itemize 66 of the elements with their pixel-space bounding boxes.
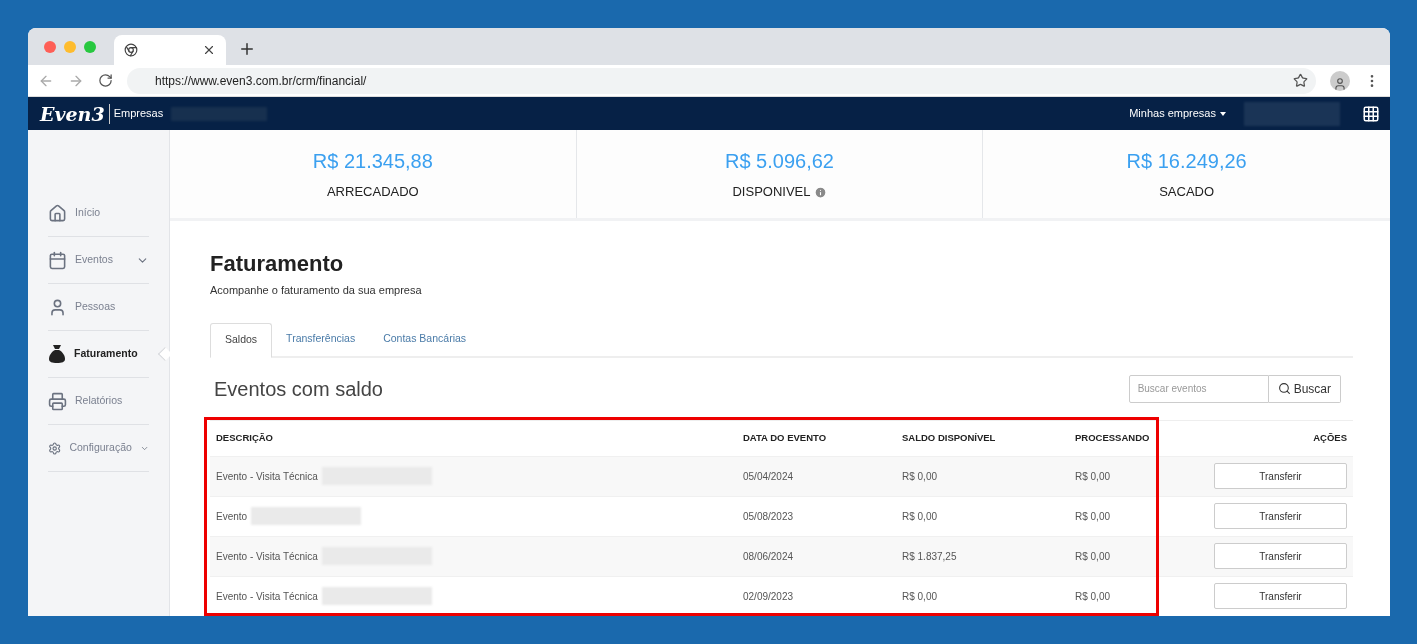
transfer-button[interactable]: Transferir: [1214, 543, 1347, 569]
product-label: Empresas: [113, 106, 164, 122]
tab[interactable]: Saldos: [210, 322, 273, 358]
sidebar-item[interactable]: Relatórios: [48, 378, 149, 425]
sidebar-item[interactable]: Configuração: [48, 425, 149, 472]
table-cell-text: R$ 0,00: [1075, 469, 1112, 484]
browser-logo-icon: [124, 43, 138, 57]
table-cell-text: Evento - Visita Técnica: [216, 549, 318, 564]
caret-icon: [1220, 111, 1226, 116]
table-cell-text: R$ 0,00: [1075, 549, 1112, 564]
search-icon: [1277, 382, 1291, 395]
stat-value: R$ 16.249,26: [1126, 149, 1247, 175]
browser-tab[interactable]: [114, 35, 226, 65]
sidebar-icon: [48, 203, 67, 223]
tab[interactable]: Contas Bancárias: [369, 322, 481, 356]
table-cell-text: R$ 0,00: [902, 509, 939, 524]
page-subtitle: Acompanhe o faturamento da sua empresa: [210, 283, 423, 298]
reload-icon[interactable]: [98, 73, 113, 88]
address-bar[interactable]: https://www.even3.com.br/crm/financial/: [127, 67, 1316, 94]
close-icon[interactable]: [202, 43, 216, 57]
money-bag-icon: [48, 344, 66, 364]
transfer-button[interactable]: Transferir: [1214, 503, 1347, 529]
sidebar-item[interactable]: Faturamento: [48, 331, 149, 378]
apps-grid-icon[interactable]: [1362, 104, 1380, 123]
sidebar-icon: [48, 391, 67, 411]
column-header: DATA DO EVENTO: [743, 430, 828, 445]
transfer-button[interactable]: Transferir: [1214, 583, 1347, 609]
table-cell-text: 05/04/2024: [743, 469, 795, 484]
transfer-button[interactable]: Transferir: [1214, 463, 1347, 489]
companies-menu[interactable]: Minhas empresas: [1129, 105, 1226, 122]
table-cell-text: 02/09/2023: [743, 589, 795, 604]
stat-value: R$ 21.345,88: [312, 149, 433, 175]
logo[interactable]: Even3: [40, 103, 110, 124]
sidebar-icon: [48, 250, 67, 270]
stat-label: SACADO: [1159, 183, 1215, 202]
bookmark-star-icon[interactable]: [1293, 73, 1308, 88]
table-cell-text: R$ 0,00: [902, 589, 939, 604]
sidebar-item[interactable]: Início: [48, 190, 149, 237]
table-cell-text: Evento: [216, 509, 248, 524]
column-header: AÇÕES: [1312, 430, 1347, 445]
table-cell-text: Evento - Visita Técnica: [216, 589, 318, 604]
table-cell-text: R$ 0,00: [902, 469, 939, 484]
sidebar-item[interactable]: Eventos: [48, 237, 149, 284]
section-title: Eventos com saldo: [214, 376, 383, 402]
profile-avatar[interactable]: [1330, 70, 1350, 91]
stat-label: DISPONIVEL: [732, 183, 811, 202]
table-cell-text: Evento - Visita Técnica: [216, 469, 318, 484]
tab[interactable]: Transferências: [272, 322, 370, 356]
table-cell-text: 08/06/2024: [743, 549, 795, 564]
search-button[interactable]: Buscar: [1268, 374, 1341, 403]
url-text: https://www.even3.com.br/crm/financial/: [155, 72, 368, 90]
sidebar-icon: [48, 297, 67, 317]
table-cell-text: 05/08/2023: [743, 509, 795, 524]
search-field[interactable]: Buscar eventos: [1128, 374, 1269, 403]
table-cell-text: R$ 0,00: [1075, 509, 1112, 524]
column-header: PROCESSANDO: [1075, 430, 1151, 445]
column-header: DESCRIÇÃO: [216, 430, 274, 445]
page-title: Faturamento: [210, 250, 345, 278]
table-cell-text: R$ 0,00: [1075, 589, 1112, 604]
column-header: SALDO DISPONÍVEL: [902, 430, 997, 445]
new-tab-icon[interactable]: [238, 40, 256, 58]
stat-value: R$ 5.096,62: [725, 149, 834, 175]
stat-label: ARRECADADO: [326, 183, 419, 202]
sidebar-item[interactable]: Pessoas: [48, 284, 149, 331]
table-cell-text: R$ 1.837,25: [902, 549, 958, 564]
info-icon[interactable]: [813, 185, 827, 199]
